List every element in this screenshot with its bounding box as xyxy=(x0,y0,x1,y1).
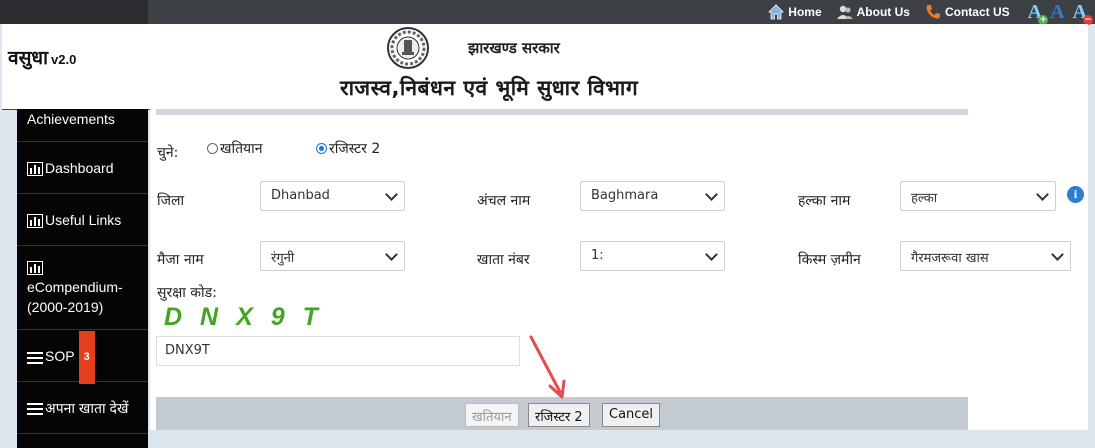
list-icon xyxy=(27,403,43,416)
chevron-down-icon xyxy=(705,188,718,201)
brand-logo-text[interactable]: वसुधा v2.0 xyxy=(8,44,76,70)
top-navbar: Home About Us Contact US A + A A − xyxy=(0,0,1095,25)
radio-khatiyan-label: खतियान xyxy=(220,141,263,157)
mauza-select[interactable]: रंगुनी xyxy=(260,241,405,271)
khatiyan-button[interactable]: खतियान xyxy=(465,403,519,427)
sidebar-item-achievements[interactable]: Achievements xyxy=(17,109,148,142)
bar-chart-icon xyxy=(27,162,43,177)
brand-name: वसुधा xyxy=(8,47,49,69)
choose-label: चुने: xyxy=(157,145,179,161)
font-normal-button[interactable]: A xyxy=(1050,1,1065,23)
district-label: जिला xyxy=(157,193,185,209)
site-header: वसुधा v2.0 झारखण्ड सरकार राजस्व,निबंधन एव… xyxy=(2,24,1088,110)
annotation-arrow-icon xyxy=(529,335,566,399)
radio-khatiyan[interactable]: खतियान xyxy=(207,139,263,158)
radio-khatiyan-dot[interactable] xyxy=(207,143,218,154)
sidebar-item-sop[interactable]: SOP 3 xyxy=(17,331,148,384)
chevron-down-icon xyxy=(1036,188,1049,201)
font-size-controls: A + A A − xyxy=(1028,1,1093,25)
radio-register2[interactable]: रजिस्टर 2 xyxy=(316,139,380,158)
mauza-value: रंगुनी xyxy=(271,251,295,266)
khata-value: 1: xyxy=(591,248,604,263)
jharkhand-emblem-icon xyxy=(387,27,429,69)
security-code-label: सुरक्षा कोड: xyxy=(157,285,217,301)
khata-label: खाता नंबर xyxy=(477,252,530,268)
radio-register2-dot[interactable] xyxy=(316,143,327,154)
search-form-panel: चुने: खतियान रजिस्टर 2 जिला Dhanbad अंचल… xyxy=(150,109,1088,430)
circle-select[interactable]: Baghmara xyxy=(580,181,725,211)
sidebar: Achievements Dashboard Useful Links eCom… xyxy=(17,109,148,448)
district-value: Dhanbad xyxy=(271,188,330,203)
land-type-select[interactable]: गैरमजरूवा खास xyxy=(900,241,1071,271)
mauza-label: मैजा नाम xyxy=(157,252,204,268)
halka-select[interactable]: हल्का xyxy=(900,181,1056,211)
brand-version: v2.0 xyxy=(51,52,77,67)
register2-button[interactable]: रजिस्टर 2 xyxy=(528,403,590,427)
cancel-button[interactable]: Cancel xyxy=(602,403,661,427)
chevron-down-icon xyxy=(1051,248,1064,261)
bar-chart-icon xyxy=(27,261,43,275)
contact-label: Contact US xyxy=(944,5,1010,19)
sidebar-item-label: SOP xyxy=(45,348,75,365)
security-code-input[interactable]: DNX9T xyxy=(156,336,520,366)
captcha-image: DNX9T xyxy=(164,303,336,331)
top-links: Home About Us Contact US A + A A − xyxy=(767,0,1093,25)
sidebar-item-label: eCompendium-(2000-2019) xyxy=(27,279,123,315)
list-icon xyxy=(27,351,43,364)
about-label: About Us xyxy=(856,5,910,19)
district-select[interactable]: Dhanbad xyxy=(260,181,405,211)
sidebar-item-view-account[interactable]: अपना खाता देखें xyxy=(17,383,148,434)
sop-count-badge: 3 xyxy=(78,331,95,384)
users-icon xyxy=(836,5,853,19)
font-increase-button[interactable]: A + xyxy=(1028,2,1049,25)
halka-value: हल्का xyxy=(911,191,938,206)
government-name: झारखण्ड सरकार xyxy=(468,39,560,57)
sidebar-item-label: Dashboard xyxy=(45,160,114,176)
land-type-value: गैरमजरूवा खास xyxy=(911,251,989,266)
chevron-down-icon xyxy=(705,248,718,261)
sidebar-item-ecompendium[interactable]: eCompendium-(2000-2019) xyxy=(17,247,148,330)
contact-link[interactable]: Contact US xyxy=(924,3,1010,21)
phone-icon xyxy=(926,5,940,19)
panel-top-strip xyxy=(156,109,968,115)
top-left-tab xyxy=(0,0,148,24)
circle-label: अंचल नाम xyxy=(477,193,531,209)
info-icon[interactable]: i xyxy=(1067,186,1084,203)
font-normal-label: A xyxy=(1050,1,1065,23)
circle-value: Baghmara xyxy=(591,188,659,203)
sidebar-item-useful-links[interactable]: Useful Links xyxy=(17,195,148,246)
chevron-down-icon xyxy=(385,188,398,201)
department-name: राजस्व,निबंधन एवं भूमि सुधार विभाग xyxy=(340,76,639,100)
radio-register2-label: रजिस्टर 2 xyxy=(329,141,381,157)
about-link[interactable]: About Us xyxy=(836,3,910,21)
chevron-down-icon xyxy=(385,248,398,261)
font-decrease-button[interactable]: A − xyxy=(1073,2,1093,25)
bar-chart-icon xyxy=(27,214,43,229)
sidebar-item-label: अपना खाता देखें xyxy=(45,400,129,416)
sidebar-item-dashboard[interactable]: Dashboard xyxy=(17,143,148,194)
land-type-label: किस्म ज़मीन xyxy=(798,252,861,268)
home-icon xyxy=(768,4,785,20)
home-link[interactable]: Home xyxy=(767,3,822,21)
sidebar-item-label: Useful Links xyxy=(45,212,122,228)
sidebar-item-label: Achievements xyxy=(27,111,115,127)
halka-label: हल्का नाम xyxy=(798,193,851,209)
khata-select[interactable]: 1: xyxy=(580,241,725,271)
home-label: Home xyxy=(788,5,822,19)
